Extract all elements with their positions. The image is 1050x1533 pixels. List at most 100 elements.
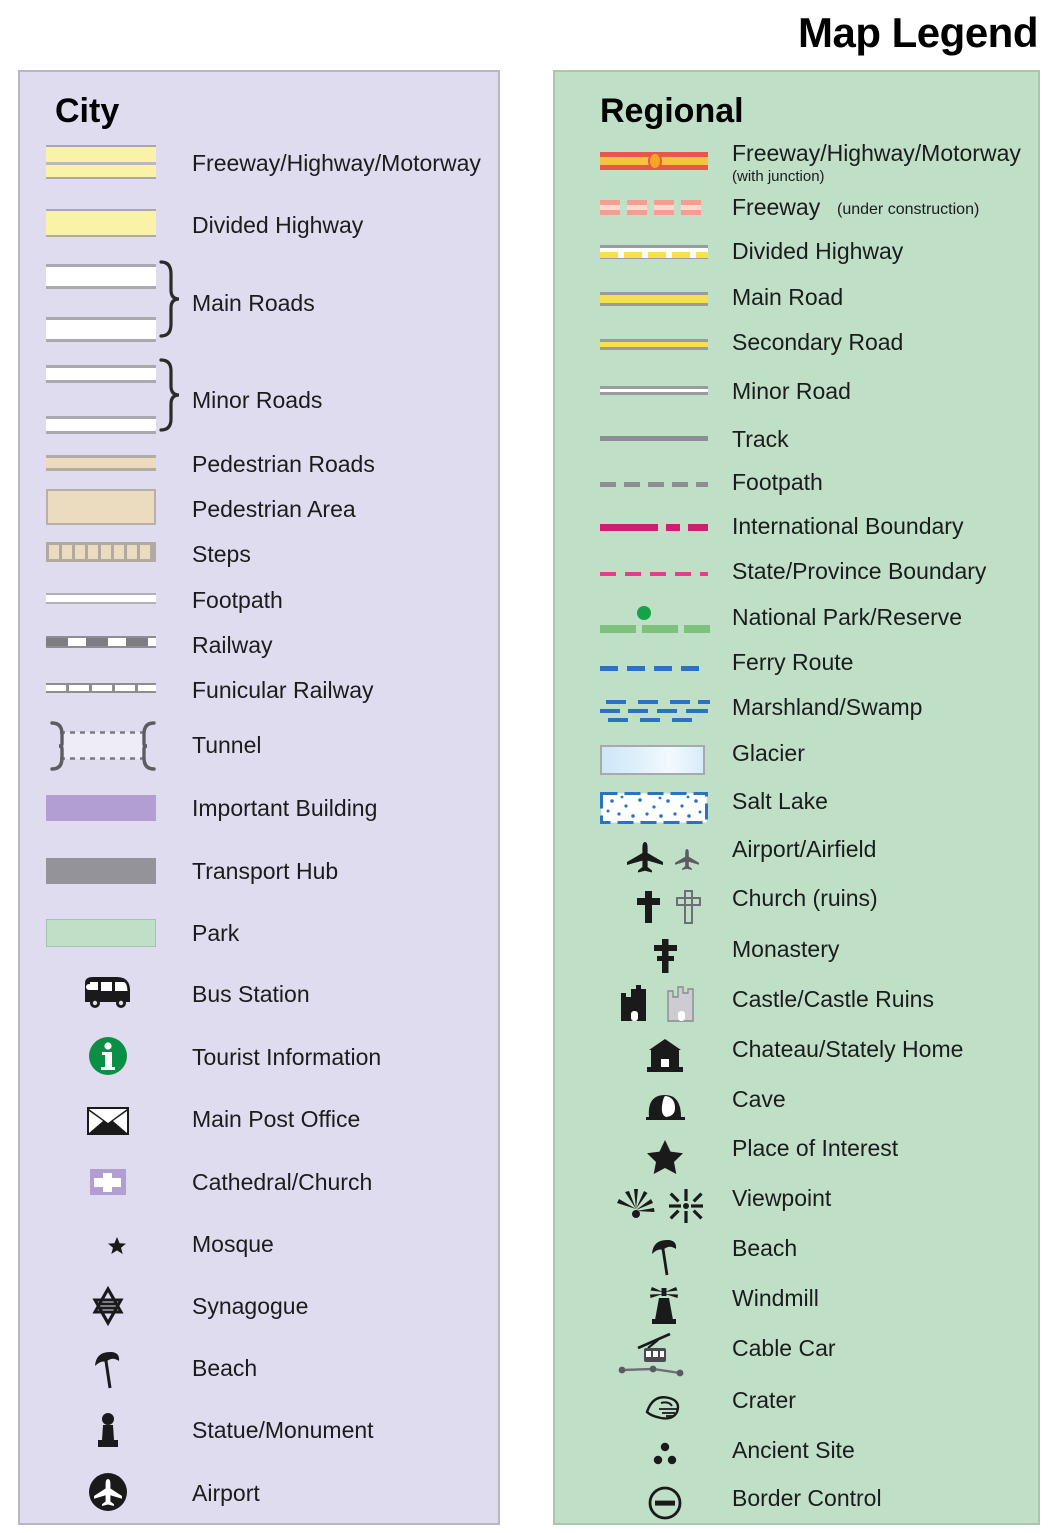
city-label-22: Airport [192,1480,260,1506]
regional-label-21: Place of Interest [732,1135,899,1161]
regional-label-15: Airport/Airfield [732,836,877,862]
city-label-19: Synagogue [192,1293,309,1319]
regional-label-11: Ferry Route [732,649,854,675]
salt-lake-pattern [600,792,708,824]
regional-label-3: Main Road [732,284,844,310]
city-label-20: Beach [192,1355,258,1381]
regional-label-26: Crater [732,1387,796,1413]
regional-label-9: State/Province Boundary [732,558,987,584]
marshland-pattern [600,698,710,728]
city-label-5: Pedestrian Area [192,496,356,522]
regional-label-8: International Boundary [732,513,964,539]
city-label-17: Cathedral/Church [192,1169,373,1195]
city-heading: City [55,92,120,130]
regional-label-19: Chateau/Stately Home [732,1036,964,1062]
castle-icon [610,982,720,1026]
regional-label-12: Marshland/Swamp [732,694,923,720]
tunnel-swatch [46,718,162,774]
bus-icon [80,972,136,1012]
city-label-0: Freeway/Highway/Motorway [192,150,481,176]
regional-label-20: Cave [732,1086,786,1112]
ferry-route-line [600,666,708,671]
envelope-icon [80,1102,136,1140]
city-label-15: Tourist Information [192,1044,382,1070]
regional-sublabel-0: (with junction) [732,168,825,185]
regional-label-25: Cable Car [732,1335,836,1361]
regional-label-18: Castle/Castle Ruins [732,986,934,1012]
regional-inline-sub-1: (under construction) [837,201,980,218]
regional-legend-panel: Regional Freeway/Highway/Motorway (with … [553,70,1040,1525]
city-label-4: Pedestrian Roads [192,451,375,477]
city-label-3: Minor Roads [192,387,323,413]
regional-label-1: Freeway [732,194,821,220]
national-park-line [600,605,710,635]
city-label-13: Park [192,920,240,946]
star-icon [610,1134,720,1176]
regional-label-2: Divided Highway [732,238,904,264]
city-label-12: Transport Hub [192,858,339,884]
monastery-cross-icon [610,935,720,977]
regional-label-13: Glacier [732,740,805,766]
regional-label-5: Minor Road [732,378,851,404]
regional-label-4: Secondary Road [732,329,904,355]
regional-label-6: Track [732,426,789,452]
city-label-6: Steps [192,541,251,567]
regional-label-7: Footpath [732,469,823,495]
viewpoint-icon [605,1184,720,1228]
regional-label-22: Viewpoint [732,1185,832,1211]
windmill-icon [610,1284,720,1328]
regional-label-28: Border Control [732,1485,882,1511]
regional-heading: Regional [600,92,744,130]
border-control-icon [610,1482,720,1524]
freeway-junction-line [600,152,708,170]
regional-label-17: Monastery [732,936,840,962]
crater-icon [610,1387,720,1427]
city-legend-panel: City Freeway/Highway/Motorway Divided Hi… [18,70,500,1525]
main-roads-brace [157,260,183,338]
state-boundary-line [600,572,708,576]
freeway-construction-line [600,200,708,215]
city-label-9: Funicular Railway [192,677,374,703]
city-label-18: Mosque [192,1231,274,1257]
main-roads-swatch [46,264,156,342]
city-label-10: Tunnel [192,732,262,758]
cave-icon [610,1084,720,1126]
airplane-icon [610,837,720,877]
regional-label-14: Salt Lake [732,788,828,814]
information-icon [80,1035,136,1077]
city-label-14: Bus Station [192,981,310,1007]
minor-road-line [600,386,708,395]
international-boundary-line [600,524,708,531]
regional-label-24: Windmill [732,1285,819,1311]
secondary-road-line [600,339,708,350]
cable-car-icon [605,1330,723,1380]
cross-icon [610,887,720,927]
regional-label-23: Beach [732,1235,798,1261]
city-label-8: Railway [192,632,273,658]
minor-roads-brace [157,358,183,432]
regional-label-16: Church (ruins) [732,885,878,911]
regional-label-10: National Park/Reserve [732,604,963,630]
beach-umbrella-icon [610,1234,720,1278]
star-of-david-icon [80,1285,136,1327]
city-label-11: Important Building [192,795,378,821]
divided-highway-line [600,245,708,259]
regional-label-0: Freeway/Highway/Motorway [732,140,1021,166]
city-label-2: Main Roads [192,290,315,316]
page-title: Map Legend [797,9,1039,56]
minor-roads-swatch [46,365,156,434]
church-cross-icon [80,1162,136,1202]
footpath-line [600,482,708,487]
city-label-21: Statue/Monument [192,1417,374,1443]
beach-umbrella-icon [80,1348,136,1390]
city-label-16: Main Post Office [192,1106,361,1132]
regional-label-27: Ancient Site [732,1437,855,1463]
ancient-site-icon [610,1435,720,1475]
airport-circle-icon [80,1470,136,1514]
glacier-swatch [600,745,705,775]
crescent-star-icon [80,1224,136,1264]
city-label-7: Footpath [192,587,283,613]
main-road-line [600,292,708,306]
chateau-icon [610,1034,720,1076]
city-label-1: Divided Highway [192,212,364,238]
